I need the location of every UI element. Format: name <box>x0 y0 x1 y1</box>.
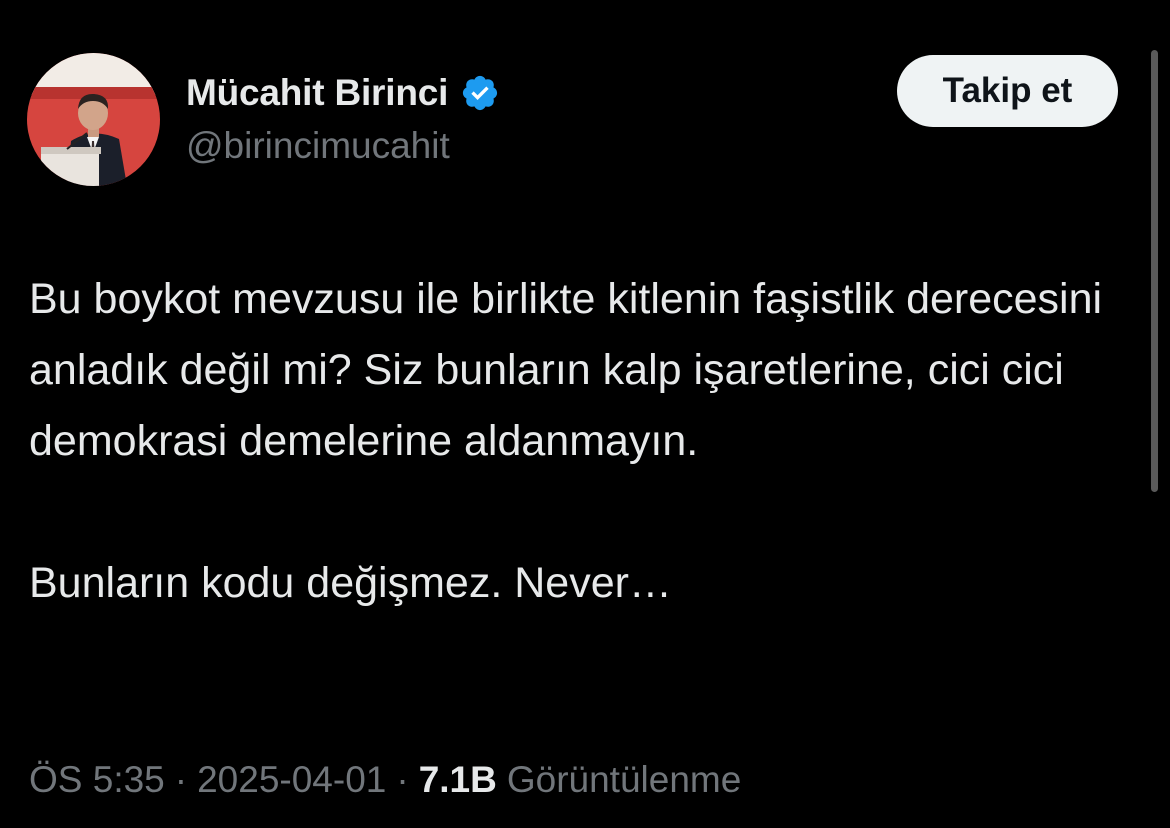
author-handle[interactable]: @birincimucahit <box>186 125 450 167</box>
views-label: Görüntülenme <box>506 759 742 800</box>
tweet-detail: Mücahit Birinci @birincimucahit Takip et… <box>0 0 1170 828</box>
avatar[interactable] <box>27 53 160 186</box>
meta-separator: · <box>396 759 409 800</box>
meta-separator: · <box>174 759 188 800</box>
tweet-time[interactable]: ÖS 5:35 <box>29 759 165 801</box>
tweet-paragraph: Bu boykot mevzusu ile birlikte kitlenin … <box>29 275 1103 465</box>
tweet-paragraph: Bunların kodu değişmez. Never… <box>29 559 672 607</box>
scrollbar[interactable] <box>1151 50 1158 492</box>
views-count[interactable]: 7.1B <box>419 759 497 801</box>
tweet-text: Bu boykot mevzusu ile birlikte kitlenin … <box>29 264 1129 619</box>
display-name[interactable]: Mücahit Birinci <box>186 72 448 114</box>
author-name-row: Mücahit Birinci <box>186 70 500 116</box>
tweet-date[interactable]: 2025-04-01 <box>197 759 386 801</box>
tweet-meta: ÖS 5:35 · 2025-04-01 · 7.1B Görüntülenme <box>29 754 741 806</box>
verified-badge-icon <box>460 73 500 113</box>
follow-button[interactable]: Takip et <box>897 55 1118 127</box>
avatar-photo <box>27 53 160 186</box>
